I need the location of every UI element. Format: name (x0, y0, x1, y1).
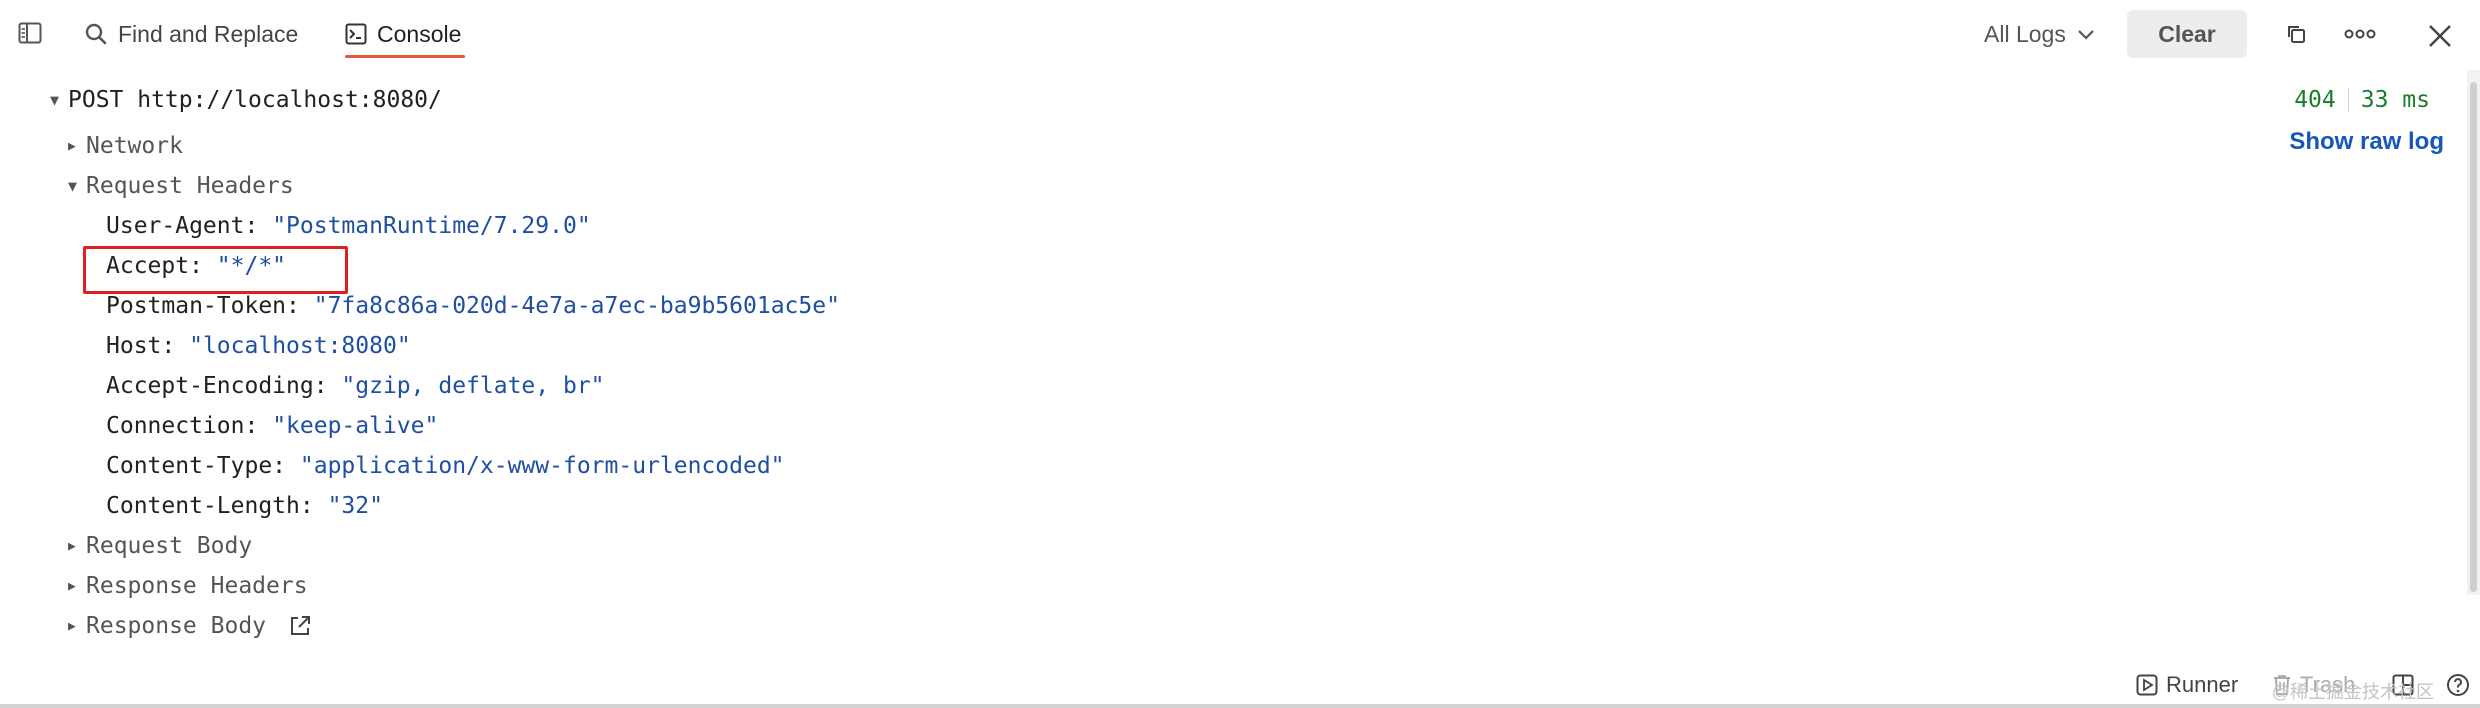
request-method-url: POST http://localhost:8080/ (68, 87, 442, 113)
more-options-button[interactable] (2342, 16, 2378, 52)
header-key: Connection: (106, 413, 259, 439)
header-value: "keep-alive" (272, 413, 439, 439)
accept-header-highlight (83, 246, 348, 294)
header-row: Content-Type: "application/x-www-form-ur… (106, 448, 785, 484)
response-time: 33 ms (2360, 87, 2430, 113)
header-row: Accept-Encoding: "gzip, deflate, br" (106, 368, 605, 404)
status-bar: Runner Trash @稀土掘金技术社区 (0, 662, 2480, 708)
header-row: Connection: "keep-alive" (106, 408, 438, 444)
header-key: Host: (106, 333, 176, 359)
help-button[interactable] (2446, 670, 2470, 700)
tab-console-label: Console (377, 20, 462, 47)
sidebar-toggle-button[interactable] (18, 20, 44, 46)
close-console-button[interactable] (2422, 18, 2458, 54)
runner-button[interactable]: Runner (2136, 670, 2238, 700)
header-key: User-Agent: (106, 213, 259, 239)
watermark: @稀土掘金技术社区 (2271, 682, 2434, 702)
runner-label: Runner (2166, 672, 2239, 697)
header-value: "localhost:8080" (189, 333, 411, 359)
header-row: Host: "localhost:8080" (106, 328, 411, 364)
close-icon (2429, 25, 2451, 47)
caret-expanded-icon: ▼ (50, 91, 60, 109)
header-row: User-Agent: "PostmanRuntime/7.29.0" (106, 208, 591, 244)
header-key: Content-Type: (106, 453, 287, 479)
section-request-headers-label: Request Headers (86, 173, 294, 199)
header-value: "gzip, deflate, br" (341, 373, 605, 399)
header-row: Content-Length: "32" (106, 488, 383, 524)
clear-button[interactable]: Clear (2127, 10, 2247, 58)
request-summary-row[interactable]: ▼ POST http://localhost:8080/ (50, 82, 442, 118)
tab-find-and-replace-label: Find and Replace (118, 20, 299, 47)
caret-collapsed-icon: ▶ (68, 138, 76, 154)
header-value: "application/x-www-form-urlencoded" (299, 453, 785, 479)
header-value: "PostmanRuntime/7.29.0" (272, 213, 591, 239)
active-tab-indicator (345, 55, 465, 58)
tab-find-and-replace[interactable]: Find and Replace (84, 16, 298, 52)
response-status: 404 33 ms (2294, 82, 2430, 118)
section-response-body[interactable]: ▶ Response Body (68, 608, 312, 644)
status-code: 404 (2294, 87, 2336, 113)
tab-console[interactable]: Console (345, 16, 461, 52)
caret-collapsed-icon: ▶ (68, 538, 76, 554)
external-link-icon[interactable] (288, 614, 312, 638)
help-icon (2447, 674, 2469, 696)
header-key: Content-Length: (106, 493, 314, 519)
section-network-label: Network (86, 133, 183, 159)
section-network[interactable]: ▶ Network (68, 128, 183, 164)
log-level-dropdown[interactable]: All Logs (1984, 16, 2096, 52)
caret-collapsed-icon: ▶ (68, 618, 76, 634)
section-response-body-label: Response Body (86, 613, 267, 639)
section-request-headers[interactable]: ▼ Request Headers (68, 168, 294, 204)
header-key: Postman-Token: (106, 293, 300, 319)
header-key: Accept-Encoding: (106, 373, 328, 399)
section-request-body[interactable]: ▶ Request Body (68, 528, 252, 564)
console-toolbar: Find and Replace Console All Logs Clear (0, 0, 2480, 68)
console-panel: Find and Replace Console All Logs Clear (0, 0, 2480, 708)
scrollbar-thumb[interactable] (2470, 82, 2477, 592)
section-response-headers-label: Response Headers (86, 573, 308, 599)
header-value: "7fa8c86a-020d-4e7a-a7ec-ba9b5601ac5e" (313, 293, 840, 319)
copy-icon (2288, 26, 2305, 43)
more-icon (2344, 29, 2376, 39)
section-request-body-label: Request Body (86, 533, 253, 559)
console-icon (345, 23, 367, 45)
header-value: "32" (327, 493, 383, 519)
runner-icon (2136, 674, 2158, 696)
chevron-down-icon (2078, 30, 2094, 40)
log-level-value: All Logs (1984, 20, 2066, 47)
bottom-border (0, 704, 2480, 708)
section-response-headers[interactable]: ▶ Response Headers (68, 568, 308, 604)
status-separator (2347, 88, 2349, 112)
caret-expanded-icon: ▼ (68, 177, 78, 195)
show-raw-log-link[interactable]: Show raw log (2289, 128, 2444, 156)
search-icon (85, 23, 107, 45)
sidebar-toggle-icon (18, 22, 42, 44)
copy-button[interactable] (2278, 16, 2314, 52)
caret-collapsed-icon: ▶ (68, 578, 76, 594)
